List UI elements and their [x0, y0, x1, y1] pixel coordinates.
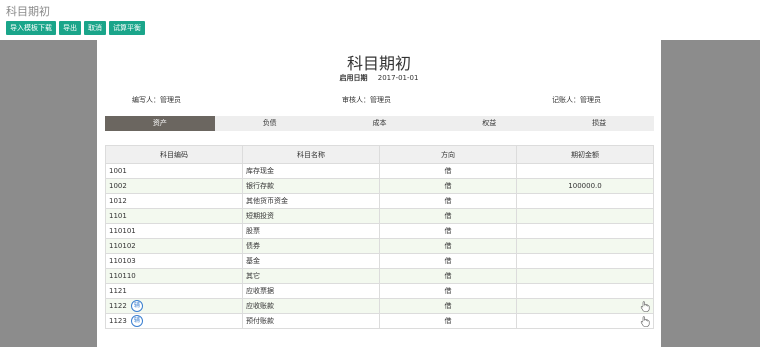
cell-code: 1002 [105, 178, 243, 194]
account-code: 1012 [109, 197, 127, 205]
cell-code: 110102 [105, 238, 243, 254]
cell-amount[interactable] [516, 163, 654, 179]
start-date-value: 2017-01-01 [377, 74, 419, 82]
cell-direction: 借 [379, 283, 517, 299]
cell-amount[interactable] [516, 283, 654, 299]
cell-name: 其他货币资金 [242, 193, 380, 209]
cell-name: 银行存款 [242, 178, 380, 194]
account-code: 110110 [109, 272, 136, 280]
cell-code: 1121 [105, 283, 243, 299]
cell-direction: 借 [379, 163, 517, 179]
export-button[interactable]: 导出 [59, 21, 81, 35]
cell-amount[interactable] [516, 193, 654, 209]
account-code: 1101 [109, 212, 127, 220]
hand-pointer-icon[interactable] [640, 316, 650, 327]
cell-amount[interactable] [516, 223, 654, 239]
tab-assets[interactable]: 资产 [105, 116, 215, 131]
cell-name: 应收账款 [242, 298, 380, 314]
cell-direction: 借 [379, 178, 517, 194]
cell-name: 基金 [242, 253, 380, 269]
cell-amount[interactable] [516, 208, 654, 224]
tab-costs[interactable]: 成本 [325, 116, 435, 131]
cell-direction: 借 [379, 298, 517, 314]
amount-value: 100000.0 [568, 182, 602, 190]
download-template-button[interactable]: 导入模板下载 [6, 21, 56, 35]
header-direction: 方向 [379, 145, 517, 164]
header-amount: 期初金额 [516, 145, 654, 164]
account-code: 1122 [109, 302, 127, 310]
table-row[interactable]: 1012 其他货币资金借 [105, 193, 654, 209]
start-date: 启用日期 2017-01-01 [97, 73, 661, 83]
trial-balance-button[interactable]: 试算平衡 [109, 21, 145, 35]
cell-name: 股票 [242, 223, 380, 239]
account-code: 1123 [109, 317, 127, 325]
tab-profit-loss[interactable]: 损益 [544, 116, 654, 131]
table-row[interactable]: 1121 应收票据借 [105, 283, 654, 299]
cell-direction: 借 [379, 238, 517, 254]
tab-equity[interactable]: 权益 [434, 116, 544, 131]
cell-name: 其它 [242, 268, 380, 284]
bookkeeper: 记账人：管理员 [552, 96, 601, 104]
cell-name: 预付账款 [242, 313, 380, 329]
document-panel: 科目期初 启用日期 2017-01-01 编写人：管理员 审核人：管理员 记账人… [97, 40, 661, 347]
table-row[interactable]: 1123 辅预付账款借 [105, 313, 654, 329]
table-row[interactable]: 110103 基金借 [105, 253, 654, 269]
table-row[interactable]: 110101 股票借 [105, 223, 654, 239]
cell-direction: 借 [379, 193, 517, 209]
preparer: 编写人：管理员 [132, 96, 181, 104]
cell-name: 短期投资 [242, 208, 380, 224]
header-code: 科目编码 [105, 145, 243, 164]
reviewer: 审核人：管理员 [342, 96, 391, 104]
cell-code: 1012 [105, 193, 243, 209]
cell-code: 1123 辅 [105, 313, 243, 329]
cell-amount[interactable] [516, 238, 654, 254]
cell-name: 应收票据 [242, 283, 380, 299]
toolbar: 导入模板下载 导出 取消 试算平衡 [6, 21, 145, 35]
table-row[interactable]: 110110 其它借 [105, 268, 654, 284]
account-code: 1121 [109, 287, 127, 295]
cell-code: 1101 [105, 208, 243, 224]
cell-code: 1122 辅 [105, 298, 243, 314]
table-row[interactable]: 1002 银行存款借 100000.0 [105, 178, 654, 194]
start-date-label: 启用日期 [339, 74, 368, 82]
auxiliary-badge-icon[interactable]: 辅 [130, 315, 143, 327]
cell-amount[interactable] [516, 253, 654, 269]
cell-direction: 借 [379, 208, 517, 224]
category-tabs: 资产 负债 成本 权益 损益 [105, 116, 654, 131]
opening-balance-table: 科目编码 科目名称 方向 期初金额 1001 库存现金借 1002 银行存款借 1000… [105, 145, 654, 329]
cell-amount[interactable]: 100000.0 [516, 178, 654, 194]
cancel-button[interactable]: 取消 [84, 21, 106, 35]
table-row[interactable]: 1101 短期投资借 [105, 208, 654, 224]
cell-code: 110110 [105, 268, 243, 284]
cell-name: 库存现金 [242, 163, 380, 179]
cell-amount[interactable] [516, 298, 654, 314]
cell-amount[interactable] [516, 268, 654, 284]
account-code: 1002 [109, 182, 127, 190]
account-code: 1001 [109, 167, 127, 175]
account-code: 110103 [109, 257, 136, 265]
cell-direction: 借 [379, 313, 517, 329]
auxiliary-badge-icon[interactable]: 辅 [130, 300, 143, 312]
table-row[interactable]: 1122 辅应收账款借 [105, 298, 654, 314]
app-title: 科目期初 [6, 5, 50, 18]
hand-pointer-icon[interactable] [640, 301, 650, 312]
cell-direction: 借 [379, 223, 517, 239]
page-title: 科目期初 [346, 54, 411, 73]
cell-direction: 借 [379, 253, 517, 269]
header-name: 科目名称 [242, 145, 380, 164]
cell-direction: 借 [379, 268, 517, 284]
table-row[interactable]: 110102 债券借 [105, 238, 654, 254]
account-code: 110101 [109, 227, 136, 235]
cell-amount[interactable] [516, 313, 654, 329]
tab-liabilities[interactable]: 负债 [215, 116, 325, 131]
cell-name: 债券 [242, 238, 380, 254]
cell-code: 110103 [105, 253, 243, 269]
table-row[interactable]: 1001 库存现金借 [105, 163, 654, 179]
cell-code: 110101 [105, 223, 243, 239]
cell-code: 1001 [105, 163, 243, 179]
account-code: 110102 [109, 242, 136, 250]
